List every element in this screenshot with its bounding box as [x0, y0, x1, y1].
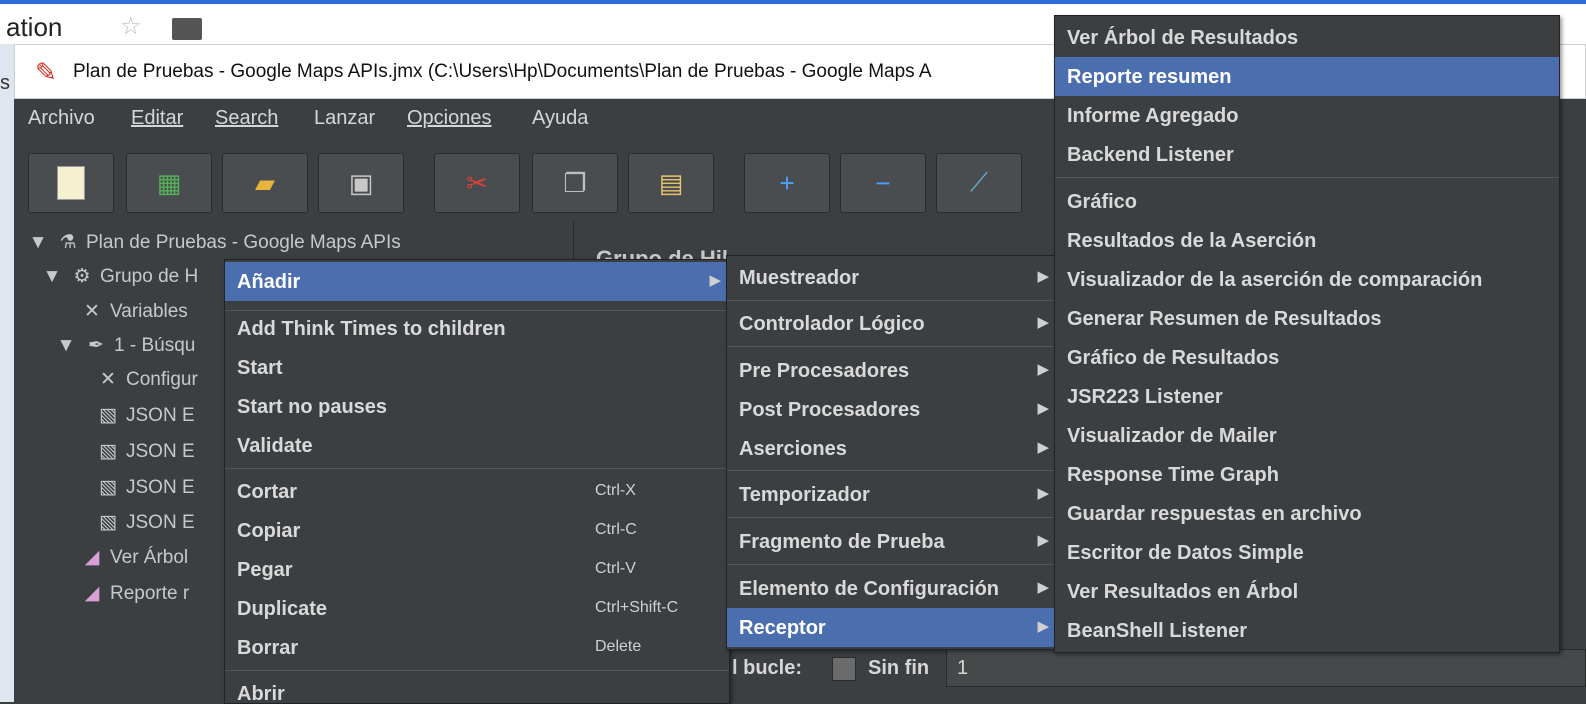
menu-item-borrar[interactable]: Borrar Delete: [225, 628, 729, 667]
submenu-item-temporizador[interactable]: Temporizador ▶: [727, 475, 1057, 514]
menu-item-start-no-pauses[interactable]: Start no pauses: [225, 387, 729, 426]
document-icon: ▧: [99, 441, 117, 462]
submenu-item-muestreador[interactable]: Muestreador ▶: [727, 258, 1057, 297]
submenu-item-elemento-de-configuracion[interactable]: Elemento de Configuración ▶: [727, 569, 1057, 608]
wrench-icon: ✕: [100, 369, 116, 390]
document-icon: ▧: [99, 405, 117, 426]
document-icon: ▧: [99, 477, 117, 498]
menu-item-pegar[interactable]: Pegar Ctrl-V: [225, 550, 729, 589]
listener-item[interactable]: Guardar respuestas en archivo: [1055, 494, 1559, 533]
context-menu: Añadir ▶ Add Think Times to children Star…: [224, 259, 730, 704]
cut-icon[interactable]: ✂: [434, 153, 520, 213]
tree-item-thread-group[interactable]: ▼ ⚙ Grupo de H: [40, 265, 199, 288]
listener-item[interactable]: Informe Agregado: [1055, 96, 1559, 135]
submenu-receptor: Ver Árbol de Resultados Reporte resumen …: [1054, 15, 1560, 653]
listener-item[interactable]: JSR223 Listener: [1055, 377, 1559, 416]
wrench-icon: ✕: [84, 301, 100, 322]
listener-item[interactable]: Reporte resumen: [1055, 57, 1559, 96]
chart-icon: ◢: [84, 547, 100, 568]
listener-item[interactable]: BeanShell Listener: [1055, 611, 1559, 650]
listener-item[interactable]: Generar Resumen de Resultados: [1055, 299, 1559, 338]
menu-item-copiar[interactable]: Copiar Ctrl-C: [225, 511, 729, 550]
expand-icon[interactable]: +: [744, 153, 830, 213]
menu-item-cortar[interactable]: Cortar Ctrl-X: [225, 472, 729, 511]
menu-item-abrir[interactable]: Abrir: [225, 674, 729, 703]
listener-item[interactable]: Backend Listener: [1055, 135, 1559, 174]
tree-item-config[interactable]: ✕ Configur: [96, 368, 198, 391]
listener-item[interactable]: Resultados de la Aserción: [1055, 221, 1559, 260]
expand-triangle-icon[interactable]: ▼: [54, 335, 78, 357]
listener-item[interactable]: Visualizador de la aserción de comparaci…: [1055, 260, 1559, 299]
copy-icon[interactable]: ❐: [532, 153, 618, 213]
tree-item-json-extractor[interactable]: ▧ JSON E: [96, 440, 195, 463]
menu-archivo[interactable]: Archivo: [28, 107, 95, 130]
open-icon[interactable]: ▰: [222, 153, 308, 213]
submenu-item-fragmento-de-prueba[interactable]: Fragmento de Prueba ▶: [727, 522, 1057, 561]
tree-item-summary-report[interactable]: ◢ Reporte r: [80, 582, 190, 605]
tree-item-test-plan[interactable]: ▼ ⚗ Plan de Pruebas - Google Maps APIs: [26, 231, 401, 254]
bookmark-star-icon[interactable]: ☆: [120, 12, 142, 41]
menu-lanzar[interactable]: Lanzar: [314, 107, 375, 130]
menu-search[interactable]: Search: [215, 107, 278, 130]
templates-icon[interactable]: ▦: [126, 153, 212, 213]
menu-item-start[interactable]: Start: [225, 348, 729, 387]
new-icon[interactable]: [28, 153, 114, 213]
listener-item[interactable]: Gráfico: [1055, 182, 1559, 221]
menu-item-validate[interactable]: Validate: [225, 426, 729, 465]
tree-item-json-extractor[interactable]: ▧ JSON E: [96, 511, 195, 534]
tree-item-json-extractor[interactable]: ▧ JSON E: [96, 404, 195, 427]
listener-item[interactable]: Gráfico de Resultados: [1055, 338, 1559, 377]
paste-icon[interactable]: ▤: [628, 153, 714, 213]
listener-item[interactable]: Visualizador de Mailer: [1055, 416, 1559, 455]
listener-item[interactable]: Escritor de Datos Simple: [1055, 533, 1559, 572]
tree-item-view-results-tree[interactable]: ◢ Ver Árbol: [80, 546, 188, 569]
listener-item[interactable]: Ver Resultados en Árbol: [1055, 572, 1559, 611]
submenu-item-receptor[interactable]: Receptor ▶: [727, 608, 1057, 647]
menu-ayuda[interactable]: Ayuda: [532, 107, 588, 130]
save-icon[interactable]: ▣: [318, 153, 404, 213]
submenu-item-pre-procesadores[interactable]: Pre Procesadores ▶: [727, 351, 1057, 390]
jmeter-feather-icon: ✎: [35, 57, 57, 87]
menu-item-anadir[interactable]: Añadir ▶: [225, 262, 729, 301]
expand-triangle-icon[interactable]: ▼: [26, 232, 50, 254]
submenu-item-aserciones[interactable]: Aserciones ▶: [727, 429, 1057, 468]
folder-icon[interactable]: [172, 18, 202, 40]
expand-triangle-icon[interactable]: ▼: [40, 266, 64, 288]
menu-opciones[interactable]: Opciones: [407, 107, 492, 130]
submenu-anadir: Muestreador ▶ Controlador Lógico ▶ Pre Pro…: [726, 255, 1058, 650]
chart-icon: ◢: [84, 583, 100, 604]
document-icon: ▧: [99, 512, 117, 533]
menu-item-duplicate[interactable]: Duplicate Ctrl+Shift-C: [225, 589, 729, 628]
submenu-item-post-procesadores[interactable]: Post Procesadores ▶: [727, 390, 1057, 429]
menu-item-add-think-times[interactable]: Add Think Times to children: [225, 309, 729, 348]
toggle-icon[interactable]: ⟋: [936, 153, 1022, 213]
tree-item-variables[interactable]: ✕ Variables: [80, 300, 188, 323]
listener-item[interactable]: Response Time Graph: [1055, 455, 1559, 494]
window-title: Plan de Pruebas - Google Maps APIs.jmx (…: [73, 61, 932, 82]
gear-icon: ⚙: [73, 266, 91, 287]
submenu-item-controlador-logico[interactable]: Controlador Lógico ▶: [727, 304, 1057, 343]
tree-item-search-sampler[interactable]: ▼ ✒ 1 - Búsqu: [54, 334, 196, 357]
listener-item[interactable]: Ver Árbol de Resultados: [1055, 18, 1559, 57]
menu-editar[interactable]: Editar: [131, 107, 183, 130]
browser-left-edge: s: [0, 44, 14, 702]
infinite-checkbox[interactable]: [832, 657, 856, 681]
browser-page-title: ation: [6, 12, 63, 42]
collapse-icon[interactable]: −: [840, 153, 926, 213]
flask-icon: ⚗: [59, 232, 77, 253]
tree-item-json-extractor[interactable]: ▧ JSON E: [96, 476, 195, 499]
loop-count-label: l bucle:: [732, 657, 803, 679]
pipette-icon: ✒: [88, 335, 104, 356]
loop-count-input[interactable]: 1: [946, 649, 1586, 687]
infinite-label: Sin fin: [868, 657, 930, 679]
